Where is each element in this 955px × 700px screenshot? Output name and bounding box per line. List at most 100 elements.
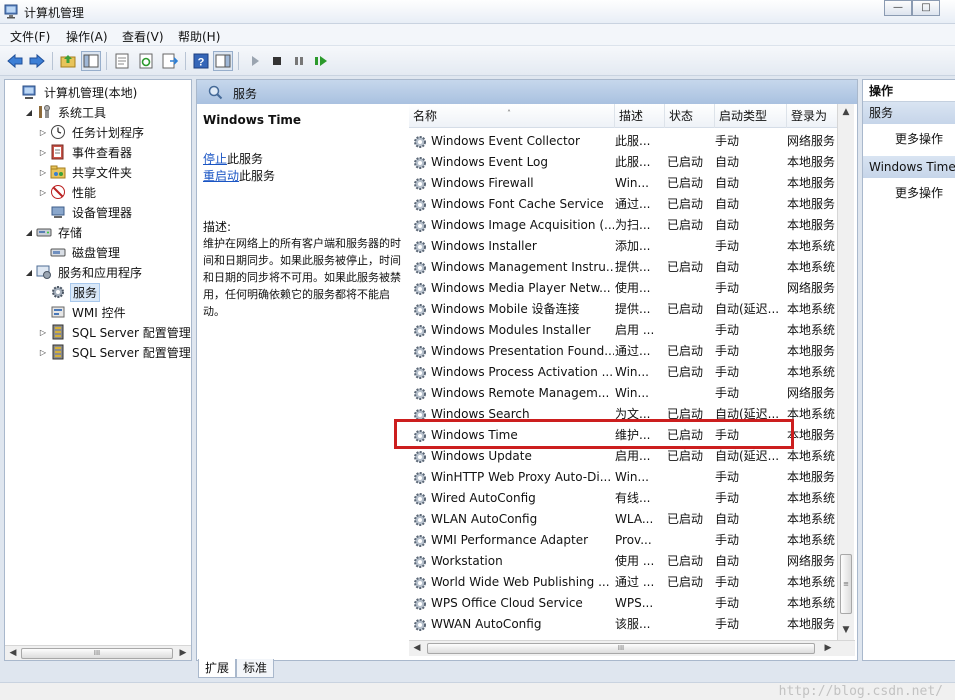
service-desc-cell: 启用... [615,449,651,463]
service-row[interactable]: WPS Office Cloud Service WPS... 手动 本地系统 [409,593,837,614]
list-vertical-scrollbar[interactable]: ▲ ≡ ▼ [837,104,854,640]
scroll-left-arrow[interactable]: ◀ [409,641,425,656]
export-list-icon[interactable] [160,51,180,71]
service-name-cell: WinHTTP Web Proxy Auto-Di... [409,467,614,488]
service-row[interactable]: Windows Image Acquisition (... 为扫... 已启动 自动… [409,215,837,236]
service-gear-icon [409,449,431,465]
scroll-up-arrow[interactable]: ▲ [838,104,854,120]
scroll-thumb[interactable]: III [427,643,815,654]
tree-item[interactable]: 设备管理器 [37,202,134,222]
tree-item[interactable]: ▷ 性能 [37,182,98,202]
tree-expander-icon[interactable]: ◢ [23,228,35,237]
scroll-left-arrow[interactable]: ◀ [5,646,21,660]
tree-horizontal-scrollbar[interactable]: ◀ III ▶ [5,645,191,660]
back-icon[interactable] [5,51,25,71]
service-row[interactable]: Windows Update 启用... 已启动 自动(延迟... 本地系统 [409,446,837,467]
service-row[interactable]: WMI Performance Adapter Prov... 手动 本地系统 [409,530,837,551]
service-logon-cell: 本地系统 [787,449,836,463]
tree-item[interactable]: ▷ SQL Server 配置管理器 [37,322,191,342]
service-desc-cell: 提供... [615,260,651,274]
service-row[interactable]: Windows Installer 添加... 手动 本地系统 [409,236,837,257]
tree-item[interactable]: 计算机管理(本地) [9,82,139,102]
properties-icon[interactable] [112,51,132,71]
service-row[interactable]: World Wide Web Publishing ... 通过 ... 已启动 手动… [409,572,837,593]
tab-standard[interactable]: 标准 [236,659,275,678]
tree-expander-icon[interactable]: ▷ [37,168,49,177]
service-row[interactable]: Wired AutoConfig 有线... 手动 本地系统 [409,488,837,509]
tree-expander-icon[interactable]: ▷ [37,328,49,337]
tree-expander-icon[interactable]: ▷ [37,128,49,137]
column-log-on-as[interactable]: 登录为 [787,104,837,128]
tree-item[interactable]: 服务 [37,282,101,302]
tree-expander-icon[interactable]: ◢ [23,268,35,277]
service-row[interactable]: Windows Mobile 设备连接 提供... 已启动 自动(延迟... 本地系统 [409,299,837,320]
service-row[interactable]: Workstation 使用 ... 已启动 自动 网络服务 [409,551,837,572]
service-row[interactable]: WinHTTP Web Proxy Auto-Di... Win... 手动 本地服务 [409,467,837,488]
pause-service-icon[interactable] [289,51,309,71]
service-status-cell: 已启动 [667,176,704,190]
tree-item[interactable]: ◢ 存储 [23,222,84,242]
scroll-right-arrow[interactable]: ▶ [175,646,191,660]
more-actions-services[interactable]: 更多操作 [895,130,943,147]
service-row[interactable]: WLAN AutoConfig WLA... 已启动 自动 本地系统 [409,509,837,530]
menu-action[interactable]: 操作(A) [66,28,108,45]
help-icon[interactable]: ? [191,51,211,71]
forward-icon[interactable] [27,51,47,71]
service-gear-icon [409,470,431,486]
start-service-icon[interactable] [245,51,265,71]
service-gear-icon [409,134,431,150]
tree-item[interactable]: ▷ 事件查看器 [37,142,134,162]
service-row[interactable]: Windows Management Instru... 提供... 已启动 自动 本地… [409,257,837,278]
restart-service-link[interactable]: 重启动 [203,169,239,183]
tree-item[interactable]: WMI 控件 [37,302,128,322]
minimize-button[interactable]: — [884,0,912,16]
list-horizontal-scrollbar[interactable]: ◀ III ▶ [409,640,855,656]
up-folder-icon[interactable] [58,51,78,71]
menu-help[interactable]: 帮助(H) [178,28,220,45]
maximize-button[interactable]: □ [912,0,940,16]
column-startup-type[interactable]: 启动类型 [715,104,787,128]
service-row[interactable]: Windows Process Activation ... Win... 已启动手… [409,362,837,383]
tree-expander-icon[interactable]: ▷ [37,188,49,197]
column-status[interactable]: 状态 [665,104,715,128]
scroll-right-arrow[interactable]: ▶ [820,641,836,656]
tree-expander-icon[interactable]: ▷ [37,348,49,357]
service-row[interactable]: Windows Event Collector 此服... 手动 网络服务 [409,131,837,152]
tree-expander-icon[interactable]: ▷ [37,148,49,157]
tree-item[interactable]: ◢ 系统工具 [23,102,108,122]
stop-service-link[interactable]: 停止 [203,152,227,166]
column-name[interactable]: 名称 ˄ [409,104,615,128]
service-row[interactable]: Windows Firewall Win... 已启动 自动 本地服务 [409,173,837,194]
scroll-thumb[interactable]: ≡ [840,554,852,614]
menu-view[interactable]: 查看(V) [122,28,164,45]
tab-extended[interactable]: 扩展 [198,659,237,678]
service-name-text: World Wide Web Publishing ... [431,575,610,589]
service-row[interactable]: Windows Media Player Netw... 使用... 手动 网络服务 [409,278,837,299]
service-row[interactable]: WWAN AutoConfig 该服... 手动 本地服务 [409,614,837,635]
scroll-thumb[interactable]: III [21,648,173,659]
service-name-text: Windows Process Activation ... [431,365,614,379]
service-row[interactable]: Windows Font Cache Service 通过... 已启动 自动 本地服务 [409,194,837,215]
tree-item[interactable]: ▷ SQL Server 配置管理器 [37,342,191,362]
restart-service-icon[interactable] [311,51,331,71]
show-hide-tree-icon[interactable] [81,51,101,71]
service-row[interactable]: Windows Modules Installer 启用 ... 手动 本地系统 [409,320,837,341]
service-startup-cell: 手动 [715,344,740,358]
column-description[interactable]: 描述 [615,104,665,128]
actions-section-services[interactable]: 服务 [863,102,955,124]
tree-item[interactable]: ◢ 服务和应用程序 [23,262,144,282]
tree-item[interactable]: ▷ 共享文件夹 [37,162,134,182]
refresh-icon[interactable] [136,51,156,71]
scroll-down-arrow[interactable]: ▼ [838,622,854,638]
tree-item[interactable]: ▷ 任务计划程序 [37,122,146,142]
more-actions-windows-time[interactable]: 更多操作 [895,184,943,201]
service-row[interactable]: Windows Remote Managem... Win... 手动 网络服务 [409,383,837,404]
actions-section-windows-time[interactable]: Windows Time [863,156,955,178]
tree-expander-icon[interactable]: ◢ [23,108,35,117]
tree-item[interactable]: 磁盘管理 [37,242,122,262]
stop-service-icon[interactable] [267,51,287,71]
service-row[interactable]: Windows Presentation Found... 通过... 已启动 手动 本… [409,341,837,362]
service-row[interactable]: Windows Event Log 此服... 已启动 自动 本地服务 [409,152,837,173]
show-hide-action-pane-icon[interactable] [213,51,233,71]
menu-file[interactable]: 文件(F) [10,28,50,45]
